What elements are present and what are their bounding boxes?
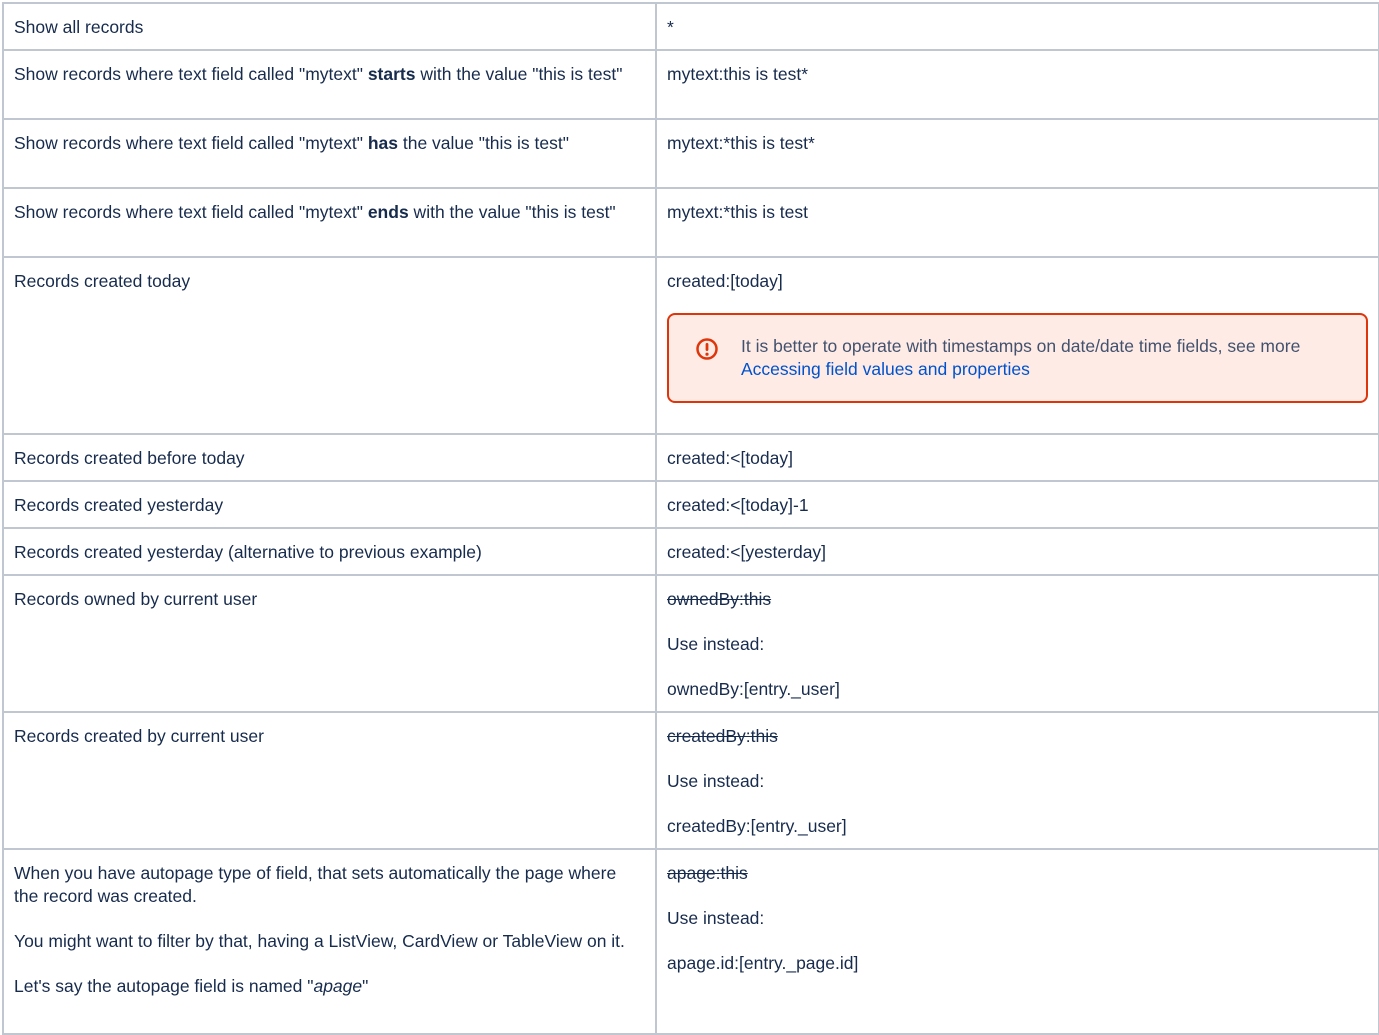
error-circle-icon [695,337,719,361]
warning-panel: It is better to operate with timestamps … [667,313,1368,403]
emphasis: starts [367,64,416,84]
deprecated-query: createdBy:this [667,726,778,746]
field-name: apage [313,976,363,996]
query-cell: apage:this Use instead: apage.id:[entry.… [655,848,1379,1035]
description-cell: Show records where text field called "my… [2,187,657,258]
query-cell: created:<[today] [655,433,1379,482]
warning-text: It is better to operate with timestamps … [741,336,1301,356]
replacement-query: ownedBy:[entry._user] [667,679,840,699]
description-cell: Show all records [2,2,657,51]
accessing-field-values-link[interactable]: Accessing field values and properties [741,359,1030,379]
table-row: Records owned by current user ownedBy:th… [2,574,1379,713]
table-row: Show records where text field called "my… [2,49,1379,120]
table-row: Records created before today created:<[t… [2,433,1379,482]
table-row: Records created by current user createdB… [2,711,1379,850]
replacement-query: apage.id:[entry._page.id] [667,953,859,973]
query-cell: created:[today] It is better to operate … [655,256,1379,435]
query-cell: mytext:this is test* [655,49,1379,120]
table-row: Records created yesterday created:<[toda… [2,480,1379,529]
emphasis: has [367,133,398,153]
description-cell: Show records where text field called "my… [2,118,657,189]
description-cell: Records created before today [2,433,657,482]
description-cell: Records created today [2,256,657,435]
description-cell: Records created by current user [2,711,657,850]
use-instead-label: Use instead: [667,908,765,928]
replacement-query: createdBy:[entry._user] [667,816,847,836]
table-row: When you have autopage type of field, th… [2,848,1379,1035]
emphasis: ends [367,202,409,222]
query-cell: ownedBy:this Use instead: ownedBy:[entry… [655,574,1379,713]
query-cell: mytext:*this is test [655,187,1379,258]
table-row: Records created yesterday (alternative t… [2,527,1379,576]
deprecated-query: apage:this [667,863,748,883]
query-cell: mytext:*this is test* [655,118,1379,189]
description-cell: When you have autopage type of field, th… [2,848,657,1035]
query-cell: created:<[today]-1 [655,480,1379,529]
query-cell: * [655,2,1379,51]
table-row: Show records where text field called "my… [2,118,1379,189]
use-instead-label: Use instead: [667,771,765,791]
table-row: Show all records * [2,2,1379,51]
description-cell: Records owned by current user [2,574,657,713]
table-row: Show records where text field called "my… [2,187,1379,258]
deprecated-query: ownedBy:this [667,589,772,609]
query-cell: created:<[yesterday] [655,527,1379,576]
use-instead-label: Use instead: [667,634,765,654]
description-cell: Records created yesterday [2,480,657,529]
description-cell: Records created yesterday (alternative t… [2,527,657,576]
table-row: Records created today created:[today] It… [2,256,1379,435]
query-cell: createdBy:this Use instead: createdBy:[e… [655,711,1379,850]
description-cell: Show records where text field called "my… [2,49,657,120]
query-examples-table: Show all records * Show records where te… [2,2,1379,1035]
